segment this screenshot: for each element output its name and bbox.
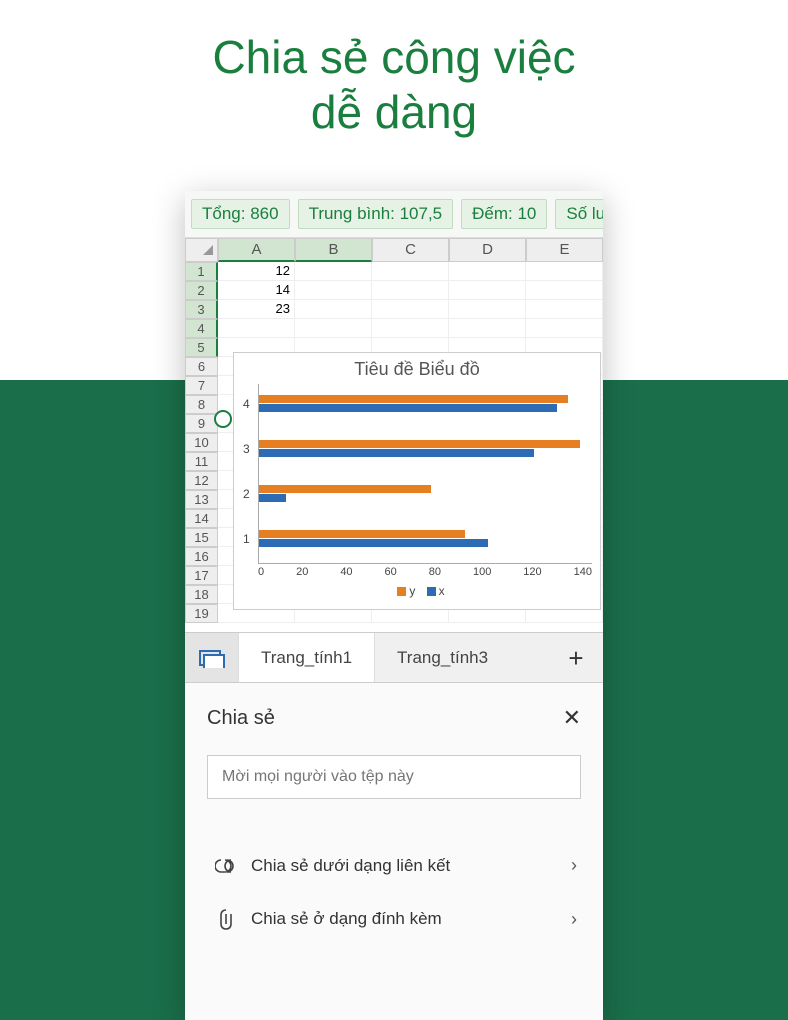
sheets-overview-button[interactable] [185, 633, 239, 682]
row-header[interactable]: 13 [185, 490, 218, 509]
column-headers: A B C D E [185, 238, 603, 262]
legend-swatch-x [427, 587, 436, 596]
col-header-E[interactable]: E [526, 238, 603, 262]
stat-average[interactable]: Trung bình: 107,5 [298, 199, 454, 229]
sheet-tabs-bar: Trang_tính1 Trang_tính3 + [185, 632, 603, 682]
row-header[interactable]: 19 [185, 604, 218, 623]
row-header[interactable]: 16 [185, 547, 218, 566]
cell[interactable]: 12 [218, 262, 295, 281]
close-icon[interactable]: ✕ [563, 705, 581, 731]
col-header-D[interactable]: D [449, 238, 526, 262]
selection-handle[interactable] [214, 410, 232, 428]
legend-swatch-y [397, 587, 406, 596]
row-header[interactable]: 14 [185, 509, 218, 528]
col-header-A[interactable]: A [218, 238, 295, 262]
cell[interactable] [449, 281, 526, 300]
row-header[interactable]: 2 [185, 281, 218, 300]
stat-sum[interactable]: Tổng: 860 [191, 199, 290, 229]
cell[interactable] [449, 319, 526, 338]
row-header[interactable]: 3 [185, 300, 218, 319]
invite-people-input[interactable] [207, 755, 581, 799]
sheet-tab-1[interactable]: Trang_tính1 [239, 633, 375, 682]
link-icon [211, 858, 241, 874]
col-header-C[interactable]: C [372, 238, 449, 262]
row-header[interactable]: 6 [185, 357, 218, 376]
select-all-corner[interactable] [185, 238, 218, 262]
share-as-attachment-label: Chia sẻ ở dạng đính kèm [241, 909, 571, 929]
app-screenshot: Tổng: 860 Trung bình: 107,5 Đếm: 10 Số l… [185, 191, 603, 1020]
share-as-link-option[interactable]: Chia sẻ dưới dạng liên kết › [207, 839, 581, 892]
cell[interactable] [372, 300, 449, 319]
cell[interactable] [526, 300, 603, 319]
chevron-right-icon: › [571, 909, 577, 930]
cell[interactable] [449, 300, 526, 319]
chart-legend: y x [234, 584, 600, 598]
chart-plot-area: 1234 [258, 384, 592, 564]
cell[interactable] [526, 319, 603, 338]
cell[interactable] [372, 319, 449, 338]
selection-stats-bar: Tổng: 860 Trung bình: 107,5 Đếm: 10 Số l… [185, 191, 603, 238]
row-header[interactable]: 8 [185, 395, 218, 414]
cell[interactable] [295, 300, 372, 319]
headline-line2: dễ dàng [311, 86, 477, 138]
cell[interactable] [526, 262, 603, 281]
row-header[interactable]: 5 [185, 338, 218, 357]
row-header[interactable]: 17 [185, 566, 218, 585]
cell[interactable] [372, 262, 449, 281]
cell[interactable] [372, 281, 449, 300]
row-header[interactable]: 12 [185, 471, 218, 490]
stat-count[interactable]: Đếm: 10 [461, 199, 547, 229]
cell[interactable] [526, 281, 603, 300]
cell[interactable] [295, 319, 372, 338]
stat-more[interactable]: Số lư [555, 199, 603, 229]
row-header[interactable]: 1 [185, 262, 218, 281]
cell[interactable] [449, 262, 526, 281]
row-header[interactable]: 7 [185, 376, 218, 395]
chart-x-axis: 020406080100120140 [258, 564, 592, 578]
share-as-link-label: Chia sẻ dưới dạng liên kết [241, 856, 571, 876]
spreadsheet-grid[interactable]: A B C D E 112 214 323 4 5 6 7 8 9 10 11 … [185, 238, 603, 632]
share-panel-title: Chia sẻ [207, 707, 275, 730]
col-header-B[interactable]: B [295, 238, 372, 262]
row-header[interactable]: 11 [185, 452, 218, 471]
cell[interactable] [295, 262, 372, 281]
add-sheet-button[interactable]: + [549, 633, 603, 682]
row-header[interactable]: 10 [185, 433, 218, 452]
share-as-attachment-option[interactable]: Chia sẻ ở dạng đính kèm › [207, 892, 581, 946]
legend-label-y: y [409, 584, 415, 598]
headline-line1: Chia sẻ công việc [212, 31, 575, 83]
sheet-tab-3[interactable]: Trang_tính3 [375, 633, 510, 682]
share-panel: Chia sẻ ✕ Chia sẻ dưới dạng liên kết › C… [185, 682, 603, 1020]
row-header[interactable]: 4 [185, 319, 218, 338]
embedded-chart[interactable]: Tiêu đề Biểu đồ 1234 020406080100120140 … [233, 352, 601, 610]
chevron-right-icon: › [571, 855, 577, 876]
cell[interactable]: 14 [218, 281, 295, 300]
cell[interactable]: 23 [218, 300, 295, 319]
legend-label-x: x [439, 584, 445, 598]
row-header[interactable]: 18 [185, 585, 218, 604]
cell[interactable] [218, 319, 295, 338]
marketing-headline: Chia sẻ công việc dễ dàng [0, 0, 788, 140]
attachment-icon [211, 908, 241, 930]
cell[interactable] [295, 281, 372, 300]
row-header[interactable]: 9 [185, 414, 218, 433]
row-header[interactable]: 15 [185, 528, 218, 547]
chart-title: Tiêu đề Biểu đồ [234, 353, 600, 384]
